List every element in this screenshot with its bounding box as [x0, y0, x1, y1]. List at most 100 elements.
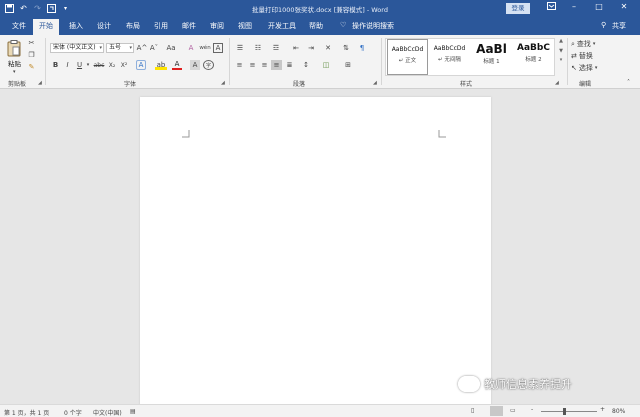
- bullets-icon[interactable]: ☰: [234, 43, 246, 53]
- styles-launcher-icon[interactable]: ◢: [555, 80, 559, 86]
- tab-home[interactable]: 开始: [33, 19, 59, 35]
- paragraph-group-label: 段落: [293, 81, 306, 88]
- style-no-spacing[interactable]: AaBbCcDd ↵ 无间隔: [429, 39, 470, 75]
- undo-icon[interactable]: ↶: [18, 2, 29, 14]
- find-button[interactable]: ⌕ 查找 ▾: [571, 39, 621, 49]
- maximize-icon[interactable]: □: [590, 2, 608, 11]
- paste-icon[interactable]: [6, 39, 22, 57]
- touch-mode-icon[interactable]: [46, 2, 57, 14]
- tab-mailings[interactable]: 邮件: [182, 21, 196, 31]
- clipboard-group-label: 剪贴板: [8, 81, 27, 88]
- align-right-icon[interactable]: ≡: [259, 60, 270, 70]
- show-marks-icon[interactable]: ¶: [356, 43, 368, 53]
- grow-font-icon[interactable]: A^: [137, 43, 148, 53]
- clipboard-launcher-icon[interactable]: ◢: [38, 80, 42, 86]
- zoom-out-button[interactable]: -: [531, 406, 533, 413]
- tab-layout[interactable]: 布局: [126, 21, 140, 31]
- sort-icon[interactable]: ⇅: [340, 43, 352, 53]
- more-styles-icon[interactable]: ▾: [557, 57, 565, 63]
- save-icon[interactable]: [4, 2, 15, 14]
- chevron-down-icon: ▾: [99, 45, 102, 51]
- read-mode-icon[interactable]: ▯: [471, 407, 474, 414]
- style-name: ↵ 无间隔: [438, 57, 461, 63]
- format-painter-icon[interactable]: ✎: [27, 62, 36, 72]
- borders-icon[interactable]: ⊞: [342, 60, 354, 70]
- font-name-combo[interactable]: 宋体 (中文正文) ▾: [50, 43, 104, 53]
- scroll-up-icon[interactable]: ▲: [557, 38, 565, 44]
- minimize-icon[interactable]: –: [565, 2, 583, 11]
- highlight-icon[interactable]: ab: [155, 60, 167, 70]
- zoom-in-button[interactable]: +: [600, 406, 605, 413]
- numbering-icon[interactable]: ☷: [252, 43, 264, 53]
- web-layout-icon[interactable]: ▭: [510, 407, 516, 414]
- redo-icon[interactable]: ↷: [32, 2, 43, 14]
- line-spacing-icon[interactable]: ↕: [300, 60, 312, 70]
- style-heading-1[interactable]: AaBl 标题 1: [471, 39, 512, 75]
- underline-dropdown-icon[interactable]: ▾: [85, 60, 91, 70]
- clear-formatting-icon[interactable]: A: [185, 43, 197, 53]
- justify-icon[interactable]: ≡: [271, 60, 282, 70]
- align-center-icon[interactable]: ≡: [247, 60, 258, 70]
- style-heading-2[interactable]: AaBbC 标题 2: [513, 39, 554, 75]
- macro-record-icon[interactable]: ▤: [130, 408, 136, 415]
- phonetic-guide-icon[interactable]: wén: [199, 43, 211, 53]
- font-launcher-icon[interactable]: ◢: [221, 80, 225, 86]
- style-normal[interactable]: AaBbCcDd ↵ 正文: [387, 39, 428, 75]
- subscript-icon[interactable]: X₂: [107, 60, 117, 70]
- scroll-down-icon[interactable]: ▼: [557, 48, 565, 54]
- tab-references[interactable]: 引用: [154, 21, 168, 31]
- bold-icon[interactable]: B: [51, 60, 60, 70]
- character-shading-icon[interactable]: A: [190, 60, 200, 70]
- italic-icon[interactable]: I: [63, 60, 72, 70]
- decrease-indent-icon[interactable]: ⇤: [290, 43, 302, 53]
- tab-help[interactable]: 帮助: [309, 21, 323, 31]
- customize-qat-icon[interactable]: ▾: [60, 2, 71, 14]
- login-button[interactable]: 登录: [506, 3, 530, 14]
- print-layout-icon[interactable]: [490, 406, 503, 416]
- tab-design[interactable]: 设计: [97, 21, 111, 31]
- tell-me-search[interactable]: 操作说明搜索: [352, 21, 394, 31]
- quick-access-toolbar: ↶ ↷ ▾: [4, 2, 71, 14]
- copy-icon[interactable]: ❐: [27, 50, 36, 60]
- shading-icon[interactable]: ◫: [320, 60, 332, 70]
- document-page[interactable]: [140, 97, 491, 406]
- font-size-combo[interactable]: 五号 ▾: [106, 43, 134, 53]
- language[interactable]: 中文(中国): [93, 408, 122, 417]
- multilevel-list-icon[interactable]: ☲: [270, 43, 282, 53]
- zoom-slider[interactable]: [541, 411, 597, 412]
- styles-scroll[interactable]: ▲ ▼ ▾: [557, 38, 565, 76]
- share-button[interactable]: 共享: [612, 21, 626, 31]
- distributed-icon[interactable]: ≣: [284, 60, 295, 70]
- enclose-characters-icon[interactable]: 字: [203, 60, 214, 70]
- cut-icon[interactable]: ✂: [27, 38, 36, 48]
- page-info[interactable]: 第 1 页，共 1 页: [4, 408, 49, 417]
- text-effects-icon[interactable]: A: [136, 60, 146, 70]
- paste-dropdown-icon[interactable]: ▾: [13, 67, 16, 77]
- character-border-icon[interactable]: A: [213, 43, 223, 53]
- chinese-layout-icon[interactable]: ✕: [322, 43, 334, 53]
- tab-file[interactable]: 文件: [12, 21, 26, 31]
- word-count[interactable]: 0 个字: [64, 408, 82, 417]
- replace-button[interactable]: ⇄ 替换: [571, 51, 621, 61]
- strikethrough-icon[interactable]: abc: [92, 60, 106, 70]
- tab-view[interactable]: 视图: [238, 21, 252, 31]
- ribbon-options-icon[interactable]: [542, 2, 560, 12]
- watermark-text: 教师信息素养提升: [484, 378, 572, 391]
- collapse-ribbon-icon[interactable]: ˄: [627, 77, 630, 87]
- style-sample: AaBl: [476, 42, 507, 56]
- increase-indent-icon[interactable]: ⇥: [305, 43, 317, 53]
- change-case-icon[interactable]: Aa: [164, 43, 178, 53]
- tab-review[interactable]: 审阅: [210, 21, 224, 31]
- shrink-font-icon[interactable]: Aˇ: [149, 43, 159, 53]
- align-left-icon[interactable]: ≡: [234, 60, 245, 70]
- tab-developer[interactable]: 开发工具: [268, 21, 296, 31]
- font-color-icon[interactable]: A: [172, 60, 182, 70]
- tab-insert[interactable]: 插入: [69, 21, 83, 31]
- select-button[interactable]: ↖ 选择 ▾: [571, 63, 621, 73]
- superscript-icon[interactable]: X²: [119, 60, 129, 70]
- underline-icon[interactable]: U: [75, 60, 84, 70]
- close-icon[interactable]: ✕: [615, 2, 633, 11]
- zoom-level[interactable]: 80%: [612, 408, 625, 415]
- zoom-slider-thumb[interactable]: [563, 408, 566, 415]
- paragraph-launcher-icon[interactable]: ◢: [373, 80, 377, 86]
